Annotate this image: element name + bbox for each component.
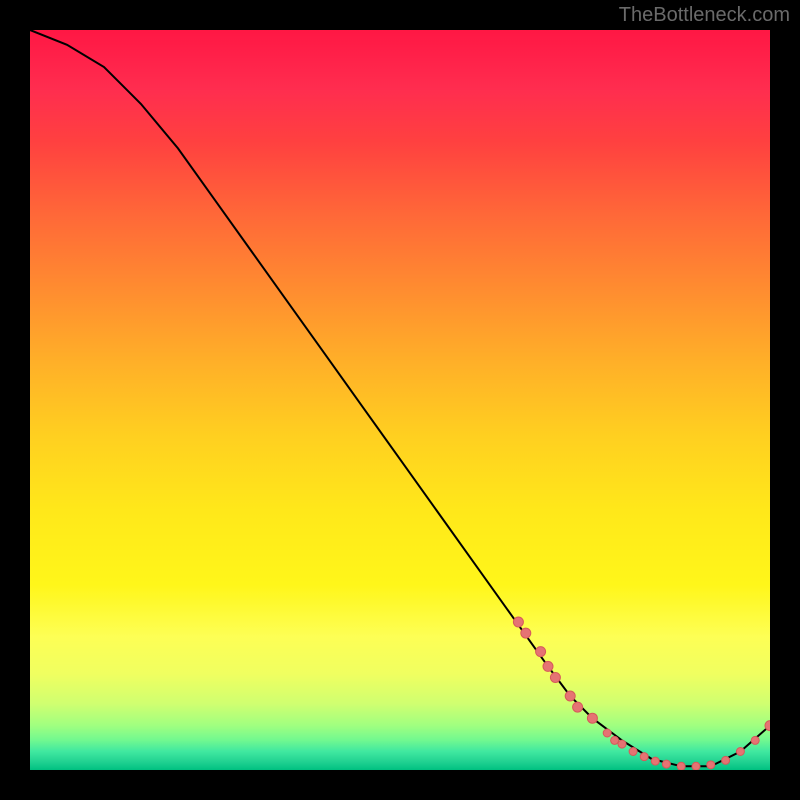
data-marker bbox=[640, 753, 648, 761]
data-marker bbox=[550, 673, 560, 683]
chart-plot-area bbox=[30, 30, 770, 770]
data-marker bbox=[573, 702, 583, 712]
data-marker bbox=[587, 713, 597, 723]
chart-svg bbox=[30, 30, 770, 770]
data-marker bbox=[521, 628, 531, 638]
data-marker bbox=[736, 748, 744, 756]
data-marker bbox=[603, 729, 611, 737]
data-marker bbox=[707, 761, 715, 769]
data-marker bbox=[565, 691, 575, 701]
data-marker bbox=[677, 762, 685, 770]
data-marker bbox=[722, 756, 730, 764]
data-marker bbox=[536, 647, 546, 657]
data-marker bbox=[629, 748, 637, 756]
data-marker bbox=[662, 760, 670, 768]
data-marker bbox=[543, 661, 553, 671]
bottleneck-curve bbox=[30, 30, 770, 766]
data-marker bbox=[618, 740, 626, 748]
watermark-text: TheBottleneck.com bbox=[619, 4, 790, 27]
data-marker bbox=[751, 736, 759, 744]
data-marker bbox=[651, 757, 659, 765]
data-marker bbox=[611, 736, 619, 744]
data-marker bbox=[692, 762, 700, 770]
data-marker bbox=[513, 617, 523, 627]
data-markers bbox=[513, 617, 770, 770]
